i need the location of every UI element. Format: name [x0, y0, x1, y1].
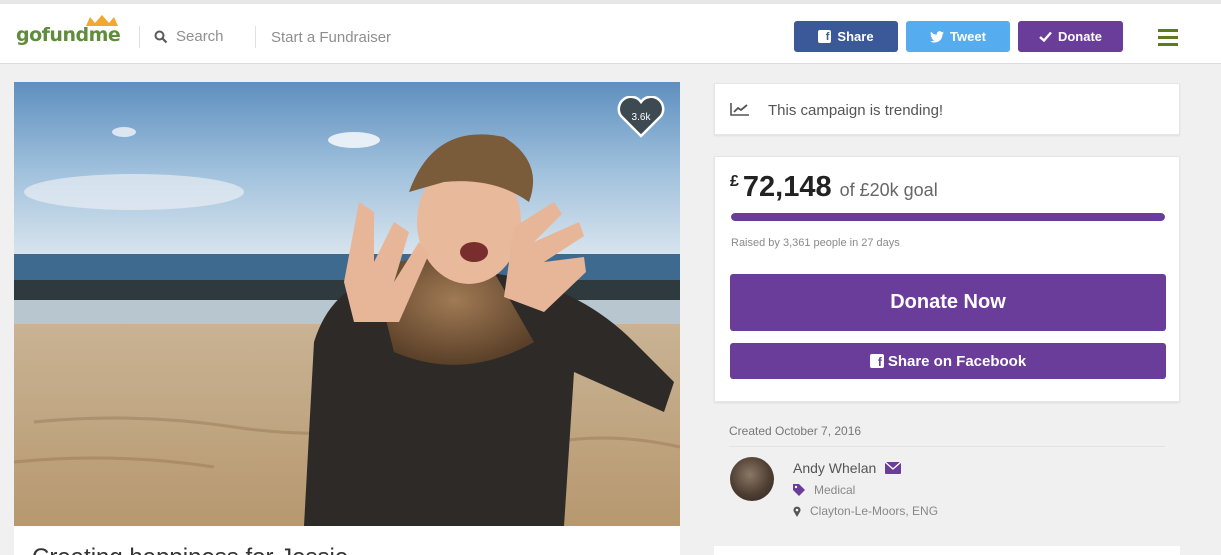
organizer-name[interactable]: Andy Whelan: [793, 460, 876, 476]
goal-text: of £20k goal: [839, 180, 938, 200]
campaign-title-card: Creating happiness for Jessie...: [14, 526, 680, 555]
facebook-icon: f: [818, 30, 832, 43]
organizer-location-row: Clayton-Le-Moors, ENG: [793, 504, 938, 518]
organizer-avatar[interactable]: [730, 457, 774, 501]
campaign-title: Creating happiness for Jessie...: [32, 544, 368, 555]
gofundme-logo[interactable]: gofundme: [16, 24, 121, 46]
tag-icon: [793, 484, 805, 496]
logo-text-fund: fund: [41, 24, 89, 46]
top-navigation-bar: gofundme Search Start a Fundraiser f Sha…: [0, 0, 1221, 64]
location-pin-icon: [793, 506, 801, 517]
donate-now-button[interactable]: Donate Now: [730, 274, 1166, 331]
campaign-photo-image: [14, 82, 680, 526]
organizer-category[interactable]: Medical: [814, 483, 855, 497]
trending-icon: [730, 103, 749, 116]
tweet-button-label: Tweet: [950, 29, 986, 44]
organizer-name-row: Andy Whelan: [793, 460, 902, 476]
organizer-location: Clayton-Le-Moors, ENG: [810, 504, 939, 518]
organizer-category-row: Medical: [793, 483, 855, 497]
donation-card: £ 72,148 of £20k goal Raised by 3,361 pe…: [714, 156, 1180, 402]
created-date: Created October 7, 2016: [729, 424, 862, 438]
progress-fill: [731, 213, 1165, 221]
hamburger-menu-icon[interactable]: [1158, 29, 1178, 46]
like-count: 3.6k: [632, 112, 652, 123]
facebook-icon: f: [869, 354, 884, 368]
share-on-facebook-button[interactable]: f Share on Facebook: [730, 343, 1166, 379]
divider: [139, 26, 140, 48]
campaign-photo: [14, 82, 680, 526]
currency-symbol: £: [730, 173, 739, 190]
mail-icon[interactable]: [885, 462, 902, 474]
check-icon: [1039, 31, 1052, 42]
like-heart-icon[interactable]: 3.6k: [617, 96, 665, 138]
share-button-label: Share: [837, 29, 874, 44]
share-on-facebook-label: Share on Facebook: [887, 352, 1027, 370]
amount-value: 72,148: [742, 171, 832, 203]
logo-text-go: go: [16, 24, 42, 46]
trending-banner: This campaign is trending!: [714, 83, 1180, 135]
donate-button[interactable]: Donate: [1018, 21, 1123, 52]
donate-button-label: Donate: [1057, 29, 1103, 44]
search-icon: [154, 30, 168, 43]
share-button[interactable]: f Share: [794, 21, 898, 52]
divider: [255, 26, 256, 48]
tweet-button[interactable]: Tweet: [906, 21, 1010, 52]
divider: [729, 446, 1165, 447]
organizer-card: Created October 7, 2016 Andy Whelan Medi…: [714, 410, 1180, 540]
start-fundraiser-link[interactable]: Start a Fundraiser: [271, 29, 391, 46]
progress-bar: [731, 213, 1165, 221]
logo-text-me: me: [88, 24, 121, 46]
twitter-icon: [930, 30, 945, 43]
amount-raised: £ 72,148 of £20k goal: [730, 171, 938, 204]
raised-summary: Raised by 3,361 people in 27 days: [731, 237, 900, 249]
gofundme-crown-icon: [86, 15, 118, 26]
next-card-edge: [714, 546, 1180, 555]
search-label: Search: [176, 28, 224, 45]
trending-text: This campaign is trending!: [768, 102, 944, 119]
search-link[interactable]: Search: [154, 28, 224, 45]
